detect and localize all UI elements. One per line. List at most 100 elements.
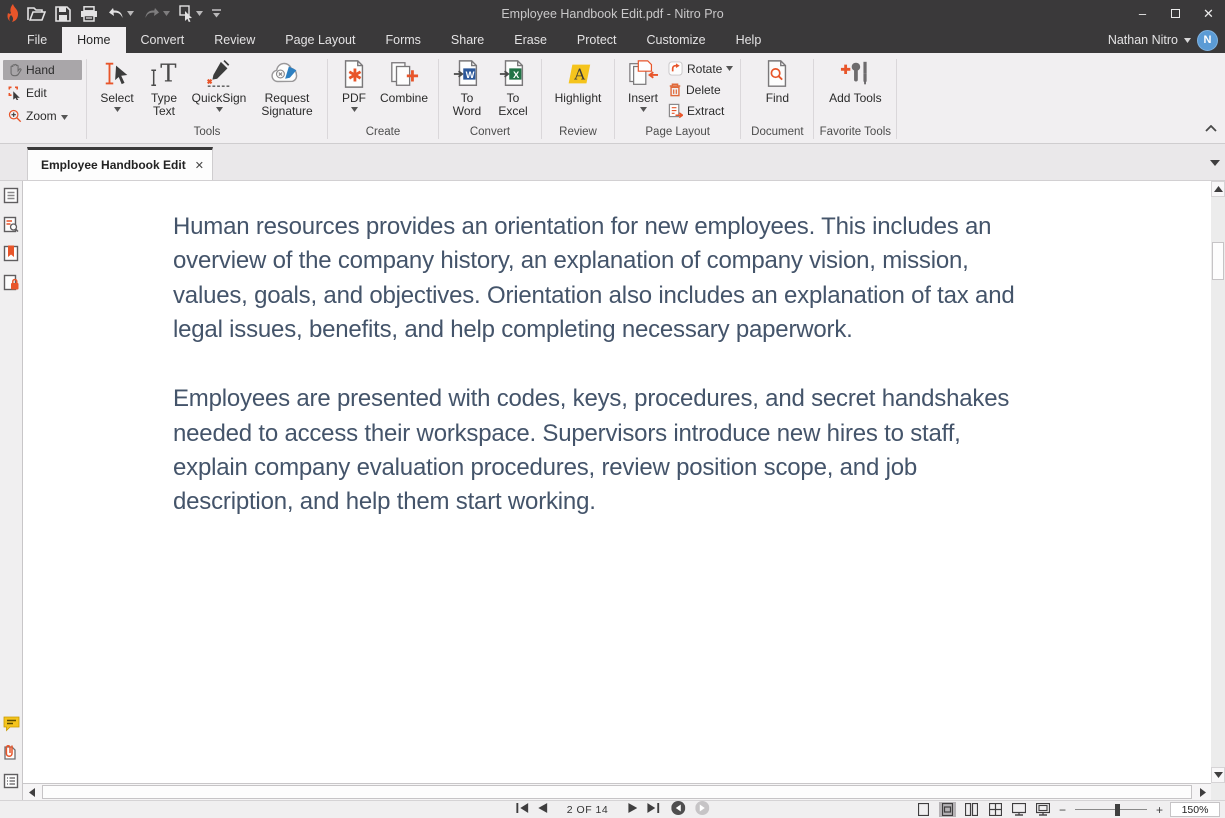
select-button[interactable]: Select [94, 57, 140, 112]
tab-file[interactable]: File [12, 27, 62, 53]
view-mode-single-page[interactable] [915, 802, 932, 817]
group-label-review: Review [542, 126, 614, 143]
horizontal-scrollbar[interactable] [23, 783, 1211, 800]
zoom-level-field[interactable]: 150% [1170, 802, 1220, 817]
highlight-button[interactable]: A Highlight [549, 57, 607, 105]
view-mode-side-by-side[interactable] [963, 802, 980, 817]
delete-button[interactable]: Delete [668, 81, 733, 98]
panel-sidebar [0, 181, 23, 800]
pdf-button[interactable]: ✱ PDF [335, 57, 373, 112]
undo-button[interactable] [107, 7, 134, 21]
edit-icon [8, 86, 22, 100]
document-tab[interactable]: Employee Handbook Edit ✕ [27, 147, 213, 180]
pdf-icon: ✱ [339, 59, 369, 89]
combine-button[interactable]: Combine [377, 57, 431, 105]
view-mode-continuous[interactable] [939, 802, 956, 817]
first-page-button[interactable] [516, 803, 528, 816]
last-page-button[interactable] [647, 803, 659, 816]
chevron-down-icon [1210, 160, 1220, 166]
zoom-out-button[interactable]: − [1059, 803, 1066, 817]
vertical-scroll-thumb[interactable] [1212, 242, 1224, 280]
tab-page-layout[interactable]: Page Layout [270, 27, 370, 53]
document-page[interactable]: company. Human resources provides an ori… [23, 181, 1211, 783]
bookmarks-icon[interactable] [3, 245, 19, 267]
vertical-scrollbar[interactable] [1211, 181, 1225, 800]
tab-review[interactable]: Review [199, 27, 270, 53]
select-tool-button[interactable] [179, 5, 203, 22]
add-tools-button[interactable]: Add Tools [828, 57, 882, 105]
quicksign-button[interactable]: QuickSign [188, 57, 250, 112]
zoom-slider[interactable] [1075, 809, 1147, 811]
history-back-button[interactable] [671, 801, 685, 818]
hand-tool-button[interactable]: Hand [3, 60, 82, 80]
scroll-down-button[interactable] [1211, 767, 1225, 783]
view-mode-continuous-facing[interactable] [987, 802, 1004, 817]
edit-tool-button[interactable]: Edit [3, 83, 82, 103]
request-signature-button[interactable]: Request Signature [254, 57, 320, 118]
hand-icon [8, 63, 22, 77]
tab-home[interactable]: Home [62, 27, 125, 53]
zoom-tool-button[interactable]: Zoom [3, 106, 82, 126]
document-tab-label: Employee Handbook Edit [41, 158, 186, 172]
pages-panel-icon[interactable] [3, 187, 19, 209]
scroll-left-button[interactable] [23, 784, 40, 800]
type-text-button[interactable]: T Type Text [144, 57, 184, 118]
save-button[interactable] [55, 6, 71, 22]
triangle-up-icon [1214, 186, 1223, 192]
find-button[interactable]: Find [755, 57, 799, 105]
comments-icon[interactable] [3, 716, 20, 737]
edit-tool-label: Edit [26, 86, 47, 100]
attachments-icon[interactable] [3, 744, 19, 766]
collapse-ribbon-button[interactable] [1205, 119, 1217, 137]
output-panel-icon[interactable] [3, 773, 19, 794]
ribbon-group-create: ✱ PDF Combine Create [328, 53, 438, 143]
vertical-scroll-track[interactable] [1211, 197, 1225, 767]
insert-label: Insert [628, 92, 658, 105]
find-label: Find [766, 92, 789, 105]
extract-button[interactable]: Extract [668, 102, 733, 119]
view-mode-fit-page[interactable] [1035, 802, 1052, 817]
next-page-button[interactable] [628, 803, 637, 816]
page-indicator[interactable]: 2 OF 14 [567, 804, 608, 816]
tab-share[interactable]: Share [436, 27, 499, 53]
minimize-button[interactable]: – [1126, 0, 1159, 27]
close-button[interactable]: ✕ [1192, 0, 1225, 27]
tab-close-icon[interactable]: ✕ [192, 159, 207, 172]
user-menu[interactable]: Nathan Nitro N [1108, 27, 1218, 53]
quick-access-toolbar [27, 5, 221, 22]
to-word-button[interactable]: W To Word [446, 57, 488, 118]
undo-dropdown-caret-icon [127, 11, 134, 16]
to-excel-label: To Excel [492, 92, 534, 118]
rotate-button[interactable]: Rotate [668, 60, 733, 77]
view-mode-fit-width[interactable] [1011, 802, 1028, 817]
avatar[interactable]: N [1197, 30, 1218, 51]
customize-quick-access-button[interactable] [212, 9, 221, 19]
scroll-up-button[interactable] [1211, 181, 1225, 197]
tab-list-button[interactable] [1210, 153, 1220, 171]
insert-button[interactable]: Insert [622, 57, 664, 112]
security-icon[interactable] [3, 274, 19, 296]
zoom-slider-handle[interactable] [1115, 804, 1120, 816]
tab-convert[interactable]: Convert [126, 27, 200, 53]
tab-customize[interactable]: Customize [632, 27, 721, 53]
to-excel-icon: X [498, 59, 528, 89]
redo-button[interactable] [143, 7, 170, 21]
print-button[interactable] [80, 6, 98, 22]
svg-text:✱: ✱ [347, 66, 362, 87]
tab-erase[interactable]: Erase [499, 27, 562, 53]
to-excel-button[interactable]: X To Excel [492, 57, 534, 118]
horizontal-scroll-thumb[interactable] [42, 785, 1192, 799]
search-document-icon[interactable] [3, 216, 19, 238]
previous-page-button[interactable] [538, 803, 547, 816]
tab-forms[interactable]: Forms [370, 27, 435, 53]
delete-icon [668, 82, 682, 97]
clipped-text-line: company. [338, 181, 439, 187]
tab-help[interactable]: Help [721, 27, 777, 53]
open-button[interactable] [27, 6, 46, 21]
scroll-right-button[interactable] [1194, 784, 1211, 800]
tab-protect[interactable]: Protect [562, 27, 632, 53]
zoom-in-button[interactable]: + [1156, 803, 1163, 817]
maximize-button[interactable] [1159, 0, 1192, 27]
history-forward-button[interactable] [695, 801, 709, 818]
status-bar: 2 OF 14 − + [0, 800, 1225, 818]
